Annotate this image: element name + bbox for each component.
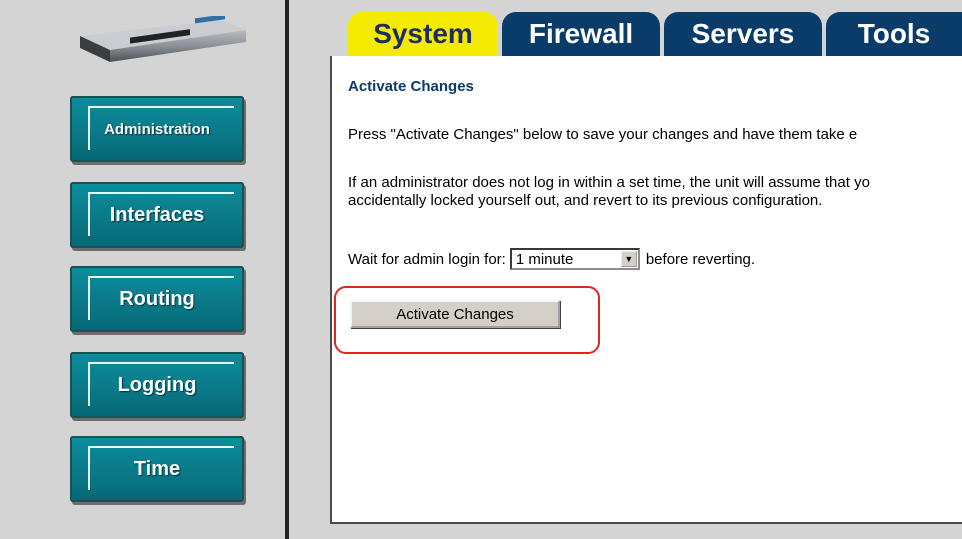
router-device-image	[80, 16, 246, 62]
sidebar-item-label: Administration	[104, 120, 210, 138]
wait-time-select[interactable]: 1 minute ▼	[509, 248, 640, 270]
tab-tools[interactable]: Tools	[826, 12, 962, 56]
description-line-2: accidentally locked yourself out, and re…	[348, 192, 823, 209]
sidebar-item-label: Routing	[119, 287, 195, 310]
wait-suffix-label: before reverting.	[645, 250, 756, 268]
panel-divider	[285, 0, 289, 539]
wait-time-value: 1 minute	[515, 250, 574, 268]
chevron-down-icon[interactable]: ▼	[620, 251, 637, 267]
wait-prefix-label: Wait for admin login for:	[348, 250, 506, 268]
instruction-text: Press "Activate Changes" below to save y…	[348, 126, 858, 143]
activate-changes-button[interactable]: Activate Changes	[350, 300, 560, 328]
wait-row: Wait for admin login for: 1 minute ▼ bef…	[348, 248, 755, 270]
sidebar-item-logging[interactable]: Logging	[70, 352, 244, 418]
description-text: If an administrator does not log in with…	[348, 174, 870, 210]
sidebar-item-interfaces[interactable]: Interfaces	[70, 182, 244, 248]
sidebar-item-label: Time	[133, 457, 181, 480]
tab-label: Tools	[857, 18, 931, 49]
tab-servers[interactable]: Servers	[664, 12, 822, 56]
left-nav-panel: Administration Interfaces Routing Loggin…	[0, 0, 285, 539]
tab-label: Servers	[691, 18, 795, 49]
tab-label: Firewall	[528, 18, 634, 49]
sidebar-item-label: Interfaces	[109, 203, 205, 226]
sidebar-item-routing[interactable]: Routing	[70, 266, 244, 332]
sidebar-item-time[interactable]: Time	[70, 436, 244, 502]
sidebar-item-administration[interactable]: Administration	[70, 96, 244, 162]
main-content-panel: Activate Changes Press "Activate Changes…	[330, 56, 962, 524]
tab-system[interactable]: System	[348, 12, 498, 56]
description-line-1: If an administrator does not log in with…	[348, 174, 870, 191]
sidebar-item-label: Logging	[117, 373, 197, 396]
page-title: Activate Changes	[348, 78, 474, 95]
tab-firewall[interactable]: Firewall	[502, 12, 660, 56]
tab-label: System	[373, 18, 473, 49]
